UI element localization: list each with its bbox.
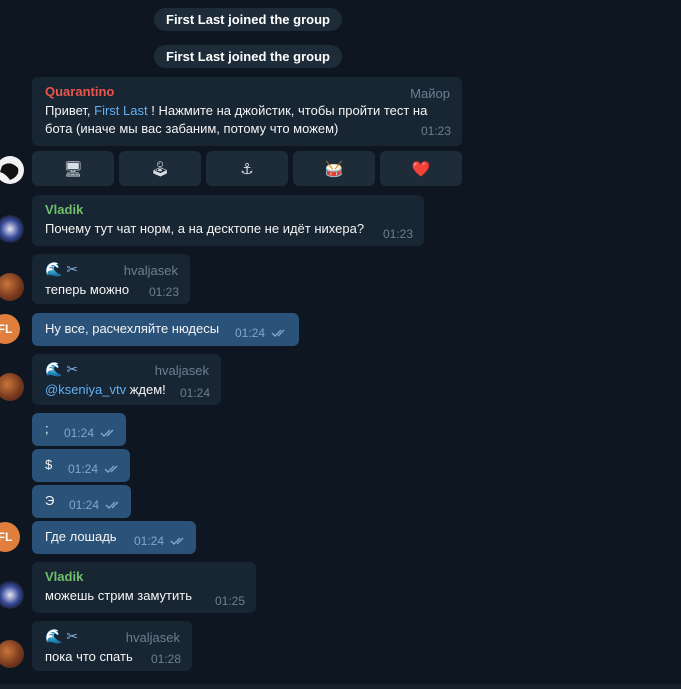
sender-name[interactable]: Vladik [45, 569, 244, 584]
read-ticks-icon [100, 429, 114, 437]
sender-username: hvaljasek [123, 263, 178, 278]
sender-username: hvaljasek [154, 363, 209, 378]
message-text: $ [45, 457, 53, 472]
heart-icon: ❤️ [411, 160, 431, 178]
read-ticks-icon [105, 501, 119, 509]
message-time: 01:23 [148, 285, 179, 299]
read-ticks-icon [104, 465, 118, 473]
message-time: 01:24 [67, 462, 98, 476]
message-text: теперь можно [45, 282, 130, 297]
message-text: можешь стрим замутить [45, 588, 192, 603]
inline-button-joystick[interactable]: 🕹 [119, 151, 201, 186]
service-message: First Last joined the group [154, 45, 342, 68]
message-bubble-outgoing[interactable]: $ 01:24 [32, 449, 130, 482]
sender-username: hvaljasek [125, 630, 180, 645]
avatar-first-last[interactable]: FL [0, 522, 20, 552]
inline-button-anchor[interactable]: ⚓ [206, 151, 288, 186]
read-ticks-icon [170, 537, 184, 545]
message-text: Э [45, 493, 55, 508]
user-mention-link[interactable]: First Last [94, 103, 147, 118]
sender-name[interactable]: Quarantino [45, 84, 450, 99]
message-bubble[interactable]: Vladik можешь стрим замутить 01:25 [32, 562, 256, 613]
message-time: 01:24 [179, 386, 210, 400]
avatar-first-last[interactable]: FL [0, 314, 20, 344]
anchor-icon: ⚓ [240, 160, 254, 178]
message-bubble[interactable]: 🌊 ✂ hvaljasek пока что спать 01:28 [32, 621, 192, 671]
sender-name[interactable]: Vladik [45, 202, 412, 217]
message-bubble-quarantino[interactable]: Quarantino Майор Привет, First Last ! На… [32, 77, 462, 146]
drum-icon: 🥁 [324, 160, 344, 178]
monitor-icon: 🖥 [63, 160, 83, 178]
message-text: ; [45, 421, 49, 436]
inline-button-heart[interactable]: ❤️ [380, 151, 462, 186]
message-text: Привет, First Last ! Нажмите на джойстик… [45, 103, 451, 138]
message-text: Ну все, расчехляйте нюдесы [45, 321, 220, 336]
message-time: 01:25 [214, 594, 245, 608]
message-time: 01:24 [63, 426, 94, 440]
inline-button-monitor[interactable]: 🖥 [32, 151, 114, 186]
message-time: 01:24 [234, 326, 265, 340]
message-bubble-outgoing[interactable]: Э 01:24 [32, 485, 131, 518]
avatar-vladik[interactable] [0, 215, 24, 243]
message-time: 01:23 [382, 227, 413, 241]
message-bubble[interactable]: 🌊 ✂ hvaljasek @kseniya_vtv ждем! 01:24 [32, 354, 221, 405]
message-bubble-outgoing[interactable]: ; 01:24 [32, 413, 126, 446]
message-time: 01:24 [68, 498, 99, 512]
joystick-icon: 🕹 [150, 160, 170, 178]
message-text: Где лошадь [45, 529, 117, 544]
message-bubble[interactable]: Vladik Почему тут чат норм, а на десктоп… [32, 195, 424, 246]
avatar-hvaljasek[interactable] [0, 640, 24, 668]
message-time: 01:24 [133, 534, 164, 548]
message-text: пока что спать [45, 649, 133, 664]
bot-avatar[interactable] [0, 156, 24, 184]
message-text: @kseniya_vtv ждем! [45, 382, 166, 397]
message-time: 01:28 [150, 652, 181, 666]
message-text: Почему тут чат норм, а на десктопе не ид… [45, 221, 365, 236]
read-ticks-icon [271, 329, 285, 337]
message-bubble-outgoing[interactable]: Ну все, расчехляйте нюдесы 01:24 [32, 313, 299, 346]
avatar-hvaljasek[interactable] [0, 273, 24, 301]
message-time: 01:23 [420, 124, 451, 138]
inline-button-drum[interactable]: 🥁 [293, 151, 375, 186]
avatar-vladik[interactable] [0, 581, 24, 609]
composer-edge [0, 684, 681, 689]
user-mention-link[interactable]: @kseniya_vtv [45, 382, 126, 397]
sender-role-badge: Майор [410, 86, 450, 101]
message-bubble[interactable]: 🌊 ✂ hvaljasek теперь можно 01:23 [32, 254, 190, 304]
avatar-hvaljasek[interactable] [0, 373, 24, 401]
message-bubble-outgoing[interactable]: Где лошадь 01:24 [32, 521, 196, 554]
service-message: First Last joined the group [154, 8, 342, 31]
